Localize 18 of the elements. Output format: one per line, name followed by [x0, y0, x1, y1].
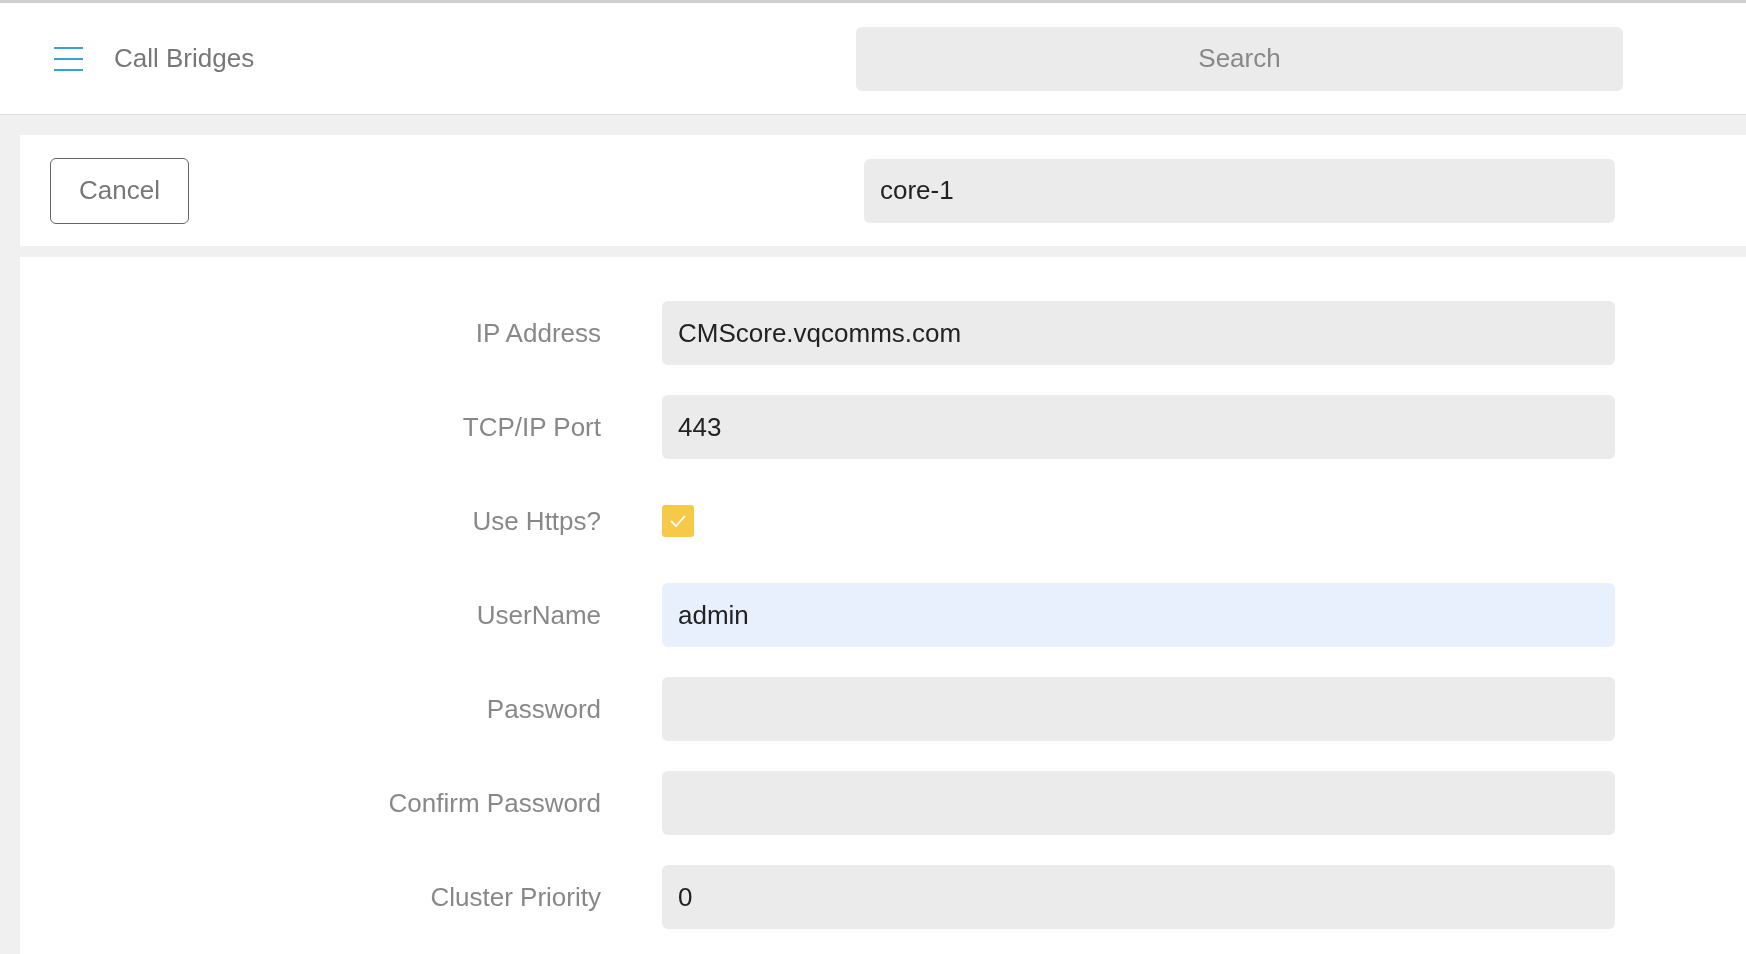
input-field[interactable]: 0	[662, 865, 1615, 929]
name-field[interactable]: core-1	[864, 158, 1615, 223]
checkbox[interactable]	[662, 505, 694, 537]
field-label: Password	[485, 692, 601, 726]
field-label: Cluster Priority	[429, 880, 601, 914]
field-label: TCP/IP Port	[461, 410, 601, 444]
check-icon	[670, 515, 686, 527]
input-field[interactable]: CMScore.vqcomms.com	[662, 301, 1615, 365]
page-title: Call Bridges	[114, 42, 255, 75]
field-label: UserName	[475, 598, 601, 632]
field-label: IP Address	[474, 316, 601, 350]
input-field[interactable]: 443	[662, 395, 1615, 459]
field-label: Use Https?	[471, 504, 601, 538]
cancel-button[interactable]: Cancel	[50, 157, 189, 224]
search-field[interactable]: Search	[856, 26, 1623, 91]
menu-icon[interactable]	[54, 46, 83, 71]
field-label: Confirm Password	[387, 786, 601, 820]
input-field[interactable]: admin	[662, 583, 1615, 647]
